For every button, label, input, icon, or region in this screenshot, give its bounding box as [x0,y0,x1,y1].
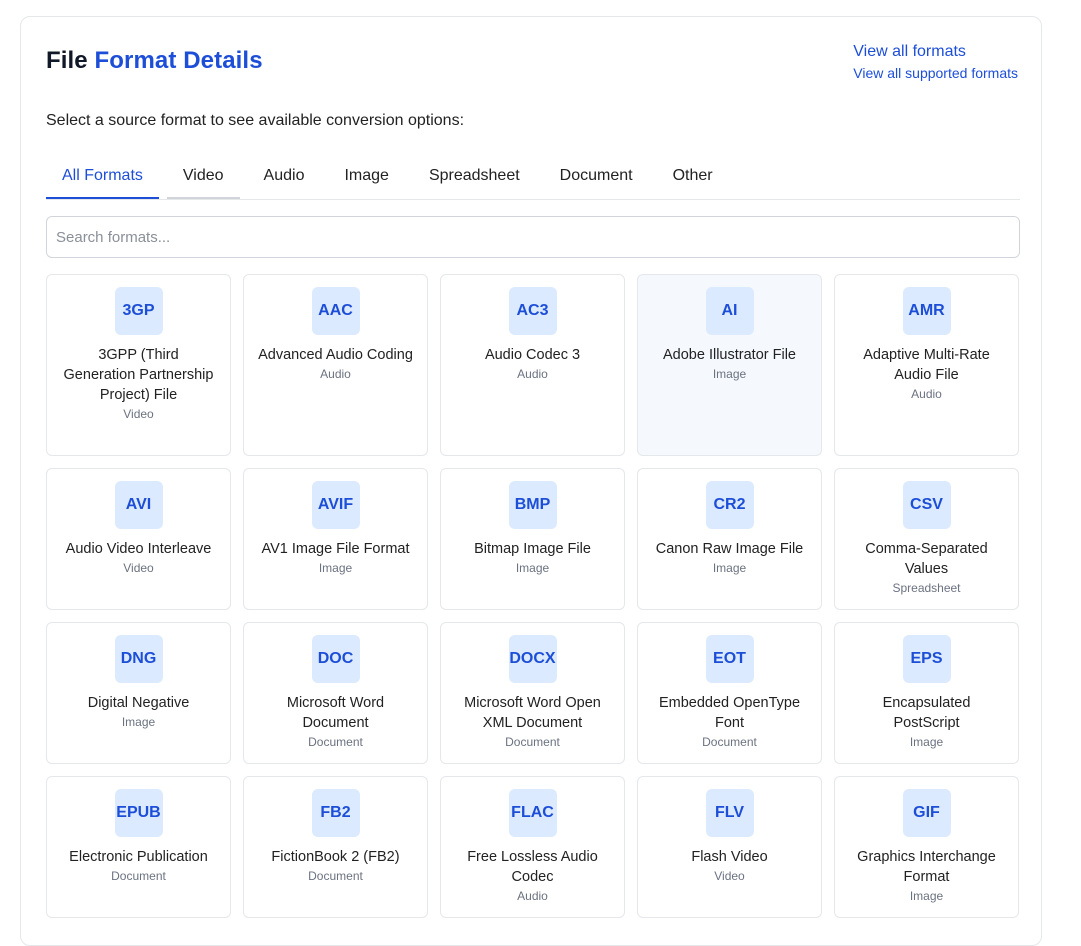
format-card-fb2[interactable]: FB2 FictionBook 2 (FB2) Document [243,776,428,918]
view-all-formats-link[interactable]: View all formats [853,43,1018,61]
format-badge: AMR [902,287,951,335]
header: File Format Details [46,47,263,75]
view-all-supported-formats-link[interactable]: View all supported formats [853,65,1018,81]
format-category: Audio [320,367,351,381]
format-card-3gp[interactable]: 3GP 3GPP (Third Generation Partnership Pr… [46,274,231,456]
format-category: Image [318,561,353,575]
format-name: Audio Video Interleave [65,541,212,557]
format-name: 3GPP (Third Generation Partnership Proje… [63,347,214,403]
category-tabs: All Formats Video Audio Image Spreadshee… [46,157,1020,200]
title-part-2: Format Details [94,47,263,74]
page-title: File Format Details [46,47,263,75]
format-category: Document [111,869,166,883]
format-card-amr[interactable]: AMR Adaptive Multi-Rate Audio File Audio [834,274,1019,456]
format-category: Video [123,561,154,575]
format-name: Canon Raw Image File [655,541,804,557]
tab-image[interactable]: Image [328,157,404,198]
format-card-bmp[interactable]: BMP Bitmap Image File Image [440,468,625,610]
format-card-cr2[interactable]: CR2 Canon Raw Image File Image [637,468,822,610]
format-category: Image [121,715,156,729]
format-card-ac3[interactable]: AC3 Audio Codec 3 Audio [440,274,625,456]
instruction-text: Select a source format to see available … [46,112,465,129]
format-links: View all formats View all supported form… [853,43,1018,81]
format-name: Embedded OpenType Font [658,695,801,731]
format-category: Image [909,889,944,903]
format-card-eps[interactable]: EPS Encapsulated PostScript Image [834,622,1019,764]
format-card-flv[interactable]: FLV Flash Video Video [637,776,822,918]
format-category: Image [515,561,550,575]
format-category: Document [702,735,757,749]
format-category: Image [712,561,747,575]
format-badge: GIF [902,789,951,837]
format-grid: 3GP 3GPP (Third Generation Partnership Pr… [46,274,1020,918]
format-name: Advanced Audio Coding [258,347,413,363]
format-category: Spreadsheet [892,581,961,595]
format-name: Free Lossless Audio Codec [467,849,598,885]
format-badge: CR2 [705,481,754,529]
format-card-eot[interactable]: EOT Embedded OpenType Font Document [637,622,822,764]
format-badge: AC3 [508,287,557,335]
format-name: Comma-Separated Values [865,541,988,577]
format-badge: FLV [705,789,754,837]
format-card-dng[interactable]: DNG Digital Negative Image [46,622,231,764]
format-badge: FLAC [508,789,557,837]
format-name: Digital Negative [87,695,190,711]
format-name: FictionBook 2 (FB2) [271,849,400,865]
format-name: Adobe Illustrator File [663,347,796,363]
format-name: Bitmap Image File [474,541,591,557]
format-badge: BMP [508,481,557,529]
format-category: Audio [911,387,942,401]
format-badge: FB2 [311,789,360,837]
format-card-flac[interactable]: FLAC Free Lossless Audio Codec Audio [440,776,625,918]
format-badge: AI [705,287,754,335]
format-card-docx[interactable]: DOCX Microsoft Word Open XML Document Docu… [440,622,625,764]
file-format-panel: File Format Details View all formats Vie… [20,16,1042,946]
search-input[interactable] [46,216,1020,258]
format-card-aac[interactable]: AAC Advanced Audio Coding Audio [243,274,428,456]
format-badge: DNG [114,635,163,683]
format-card-csv[interactable]: CSV Comma-Separated Values Spreadsheet [834,468,1019,610]
format-name: Microsoft Word Document [286,695,385,731]
tab-audio[interactable]: Audio [248,157,321,198]
format-badge: AVIF [311,481,360,529]
format-name: Encapsulated PostScript [882,695,971,731]
format-badge: EOT [705,635,754,683]
format-badge: CSV [902,481,951,529]
format-name: Flash Video [691,849,768,865]
format-badge: AVI [114,481,163,529]
format-badge: DOC [311,635,360,683]
format-name: AV1 Image File Format [261,541,410,557]
format-category: Video [123,407,154,421]
format-name: Audio Codec 3 [484,347,581,363]
format-category: Audio [517,889,548,903]
format-badge: 3GP [114,287,163,335]
format-badge: EPS [902,635,951,683]
format-name: Electronic Publication [69,849,208,865]
format-category: Video [714,869,745,883]
format-name: Graphics Interchange Format [857,849,996,885]
title-part-1: File [46,47,88,74]
format-card-ai[interactable]: AI Adobe Illustrator File Image [637,274,822,456]
format-category: Document [505,735,560,749]
format-name: Microsoft Word Open XML Document [464,695,601,731]
format-name: Adaptive Multi-Rate Audio File [863,347,990,383]
format-card-doc[interactable]: DOC Microsoft Word Document Document [243,622,428,764]
format-badge: EPUB [114,789,163,837]
tab-video[interactable]: Video [166,157,240,199]
format-category: Document [308,869,363,883]
format-category: Image [909,735,944,749]
format-card-epub[interactable]: EPUB Electronic Publication Document [46,776,231,918]
tab-other[interactable]: Other [657,157,729,198]
format-badge: AAC [311,287,360,335]
tab-document[interactable]: Document [544,157,649,198]
format-card-avi[interactable]: AVI Audio Video Interleave Video [46,468,231,610]
format-badge: DOCX [508,635,557,683]
tab-spreadsheet[interactable]: Spreadsheet [413,157,536,198]
tab-all-formats[interactable]: All Formats [46,157,159,199]
format-card-avif[interactable]: AVIF AV1 Image File Format Image [243,468,428,610]
format-card-gif[interactable]: GIF Graphics Interchange Format Image [834,776,1019,918]
format-category: Image [712,367,747,381]
format-category: Audio [517,367,548,381]
format-category: Document [308,735,363,749]
